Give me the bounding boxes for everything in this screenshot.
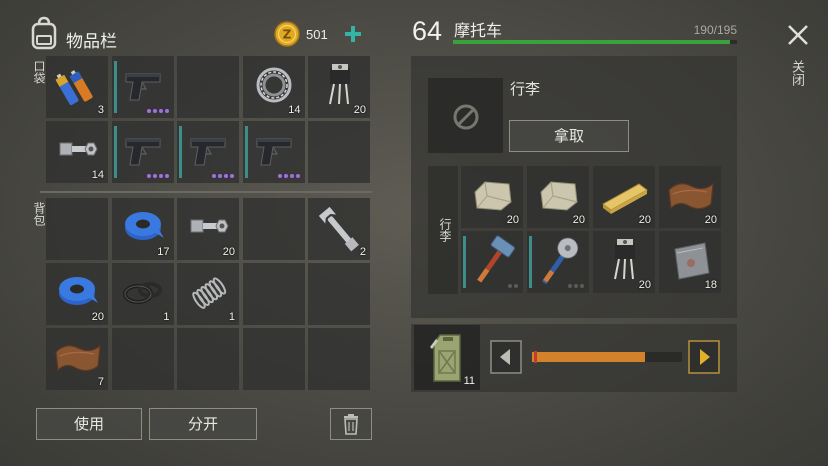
item-count: 20: [222, 246, 235, 258]
trash-icon: [344, 414, 358, 435]
quality-dots: [146, 174, 169, 178]
fuel-count: 11: [463, 375, 475, 387]
backpack-slot-8[interactable]: [242, 263, 305, 325]
svg-text:Z: Z: [283, 28, 292, 42]
luggage-slot-3[interactable]: 20: [659, 166, 721, 228]
pocket-slot-7[interactable]: [177, 121, 239, 183]
item-count: 20: [638, 279, 651, 291]
delete-button[interactable]: [330, 408, 372, 440]
pocket-slot-6[interactable]: [111, 121, 174, 183]
durability-bar: [529, 236, 532, 288]
capacity-bar-fill: [453, 40, 730, 44]
luggage-slot-6[interactable]: 20: [593, 231, 655, 293]
section-divider: [40, 191, 372, 193]
pockets-label: 口袋: [32, 60, 46, 84]
backpack-icon: [31, 16, 57, 50]
luggage-slot-7[interactable]: 18: [659, 231, 721, 293]
split-button[interactable]: 分开: [149, 408, 257, 440]
take-button[interactable]: 拿取: [509, 120, 629, 152]
backpack-slot-7[interactable]: 1: [177, 263, 239, 325]
durability-bar: [179, 126, 182, 178]
pocket-slot-0[interactable]: 3: [46, 56, 108, 118]
backpack-slot-11[interactable]: [111, 328, 174, 390]
vehicle-capacity: 190/195: [693, 23, 737, 37]
durability-bar: [463, 236, 466, 288]
fuel-increase-button[interactable]: [688, 340, 720, 374]
luggage-slot[interactable]: [428, 78, 503, 153]
luggage-slot-4[interactable]: [461, 231, 523, 293]
luggage-label: 行李: [438, 218, 452, 242]
item-count: 20: [638, 214, 651, 226]
fuel-slider-marker: [534, 351, 537, 363]
arrow-left-icon: [490, 340, 522, 374]
durability-bar: [244, 126, 248, 178]
item-count: 17: [157, 246, 170, 258]
backpack-slot-12[interactable]: [177, 328, 239, 390]
backpack-slot-5[interactable]: 20: [46, 263, 108, 325]
quality-dots: [146, 109, 169, 113]
item-count: 3: [97, 104, 104, 116]
close-label: 关闭: [789, 60, 804, 86]
pocket-slot-2[interactable]: [177, 56, 239, 118]
quality-dots: [508, 284, 518, 288]
vehicle-name: 摩托车: [454, 21, 503, 40]
pocket-slot-8[interactable]: [242, 121, 305, 183]
use-button[interactable]: 使用: [36, 408, 142, 440]
capacity-bar: [453, 40, 737, 44]
arrow-right-icon: [688, 340, 720, 374]
item-count: 14: [288, 104, 301, 116]
backpack-slot-10[interactable]: 7: [46, 328, 108, 390]
pocket-slot-4[interactable]: 20: [308, 56, 370, 118]
fuel-decrease-button[interactable]: [490, 340, 522, 374]
fuel-slot[interactable]: 11: [414, 325, 480, 390]
item-count: 20: [353, 104, 366, 116]
add-coins-button[interactable]: [338, 20, 368, 48]
close-icon: [788, 25, 808, 45]
quality-dots: [212, 174, 234, 178]
item-count: 1: [163, 311, 170, 323]
item-count: 20: [704, 214, 717, 226]
quality-dots: [568, 284, 584, 288]
backpack-slot-4[interactable]: 2: [308, 198, 370, 260]
pocket-slot-1[interactable]: [111, 56, 174, 118]
close-button[interactable]: 关闭: [778, 18, 818, 98]
pocket-slot-3[interactable]: 14: [242, 56, 305, 118]
coin-count: 501: [306, 27, 328, 42]
vehicle-level: 64: [412, 16, 443, 46]
item-count: 7: [97, 376, 104, 388]
luggage-slot-2[interactable]: 20: [593, 166, 655, 228]
backpack-slot-1[interactable]: 17: [111, 198, 174, 260]
backpack-slot-6[interactable]: 1: [111, 263, 174, 325]
item-count: 20: [91, 311, 104, 323]
plus-icon: [345, 26, 361, 42]
fuel-slider-track[interactable]: [532, 351, 682, 363]
luggage-slot-title: 行李: [510, 80, 541, 98]
backpack-slot-14[interactable]: [308, 328, 370, 390]
inventory-title: 物品栏: [66, 32, 117, 52]
item-count: 2: [359, 246, 366, 258]
prohibited-icon: [453, 104, 479, 130]
luggage-slot-0[interactable]: 20: [461, 166, 523, 228]
backpack-label: 背包: [32, 202, 46, 226]
inventory-panel: 物品栏 Z 501 口袋 背包 3 14 20 14 17 20 2 20 1 1 7 使用 分开: [26, 12, 376, 452]
luggage-slot-1[interactable]: 20: [527, 166, 589, 228]
item-count: 20: [506, 214, 519, 226]
pocket-slot-9[interactable]: [308, 121, 370, 183]
durability-bar: [113, 61, 117, 113]
backpack-slot-3[interactable]: [242, 198, 305, 260]
backpack-slot-13[interactable]: [242, 328, 305, 390]
backpack-slot-2[interactable]: 20: [177, 198, 239, 260]
quality-dots: [277, 174, 300, 178]
backpack-slot-9[interactable]: [308, 263, 370, 325]
coin-icon: Z: [274, 21, 300, 47]
item-count: 1: [228, 311, 235, 323]
item-count: 14: [91, 169, 104, 181]
pocket-slot-5[interactable]: 14: [46, 121, 108, 183]
item-count: 18: [704, 279, 717, 291]
luggage-slot-5[interactable]: [527, 231, 589, 293]
durability-bar: [113, 126, 117, 178]
item-count: 20: [572, 214, 585, 226]
backpack-slot-0[interactable]: [46, 198, 108, 260]
fuel-slider-fill: [532, 352, 645, 362]
